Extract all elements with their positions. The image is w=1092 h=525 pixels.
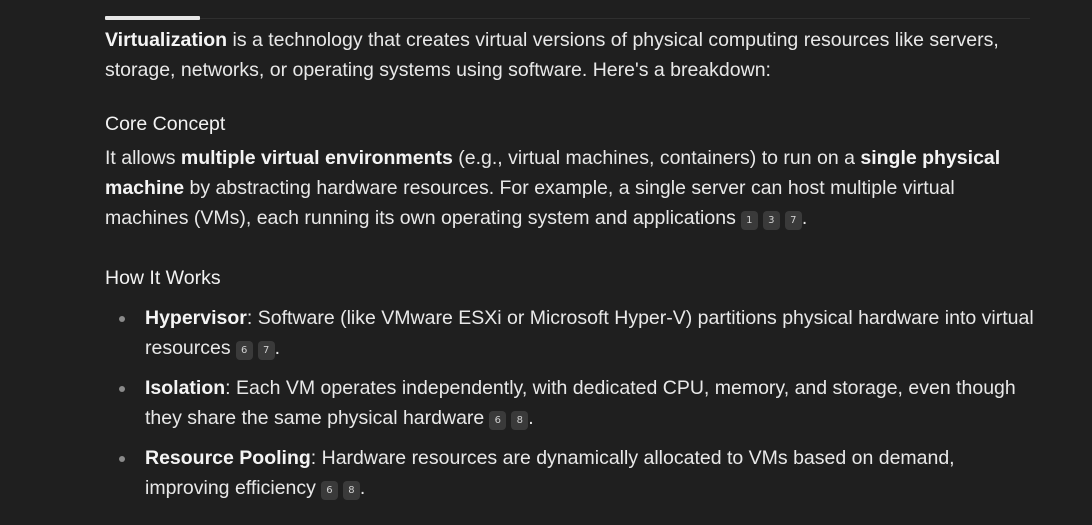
list-item: Hypervisor: Software (like VMware ESXi o… — [119, 303, 1035, 363]
core-bold-1: multiple virtual environments — [180, 147, 453, 169]
citation-badge[interactable]: 7 — [784, 211, 802, 230]
intro-paragraph: Virtualization is a technology that crea… — [105, 25, 1035, 85]
core-text-1: It allows — [105, 147, 181, 169]
list-item-text: : Each VM operates independently, with d… — [145, 377, 1016, 429]
citation-badge[interactable]: 7 — [257, 341, 275, 360]
core-text-3: by abstracting hardware resources. For e… — [105, 177, 955, 229]
citation-badge[interactable]: 6 — [235, 341, 253, 360]
list-item-end: . — [528, 407, 534, 429]
how-list: Hypervisor: Software (like VMware ESXi o… — [105, 303, 1035, 503]
citation-badge[interactable]: 6 — [489, 411, 507, 430]
active-tab-indicator — [105, 16, 200, 20]
intro-text: is a technology that creates virtual ver… — [105, 29, 999, 81]
section-heading-core: Core Concept — [105, 113, 226, 135]
core-end: . — [801, 207, 808, 229]
list-item-end: . — [274, 337, 281, 359]
citation-badge[interactable]: 8 — [342, 481, 360, 500]
list-item-term: Resource Pooling — [145, 447, 311, 469]
section-heading-how: How It Works — [105, 267, 221, 289]
answer-content: Virtualization is a technology that crea… — [105, 25, 1035, 513]
list-item: Isolation: Each VM operates independentl… — [119, 373, 1035, 433]
core-text-2: (e.g., virtual machines, containers) to … — [452, 147, 861, 169]
citation-badge[interactable]: 3 — [762, 211, 780, 230]
list-item-end: . — [359, 477, 366, 499]
tab-underline — [105, 18, 1030, 19]
citation-badge[interactable]: 6 — [320, 481, 338, 500]
list-item: Resource Pooling: Hardware resources are… — [119, 443, 1035, 503]
intro-term: Virtualization — [105, 29, 228, 51]
citation-badge[interactable]: 1 — [740, 211, 758, 230]
citation-badge[interactable]: 8 — [511, 411, 529, 430]
core-paragraph: It allows multiple virtual environments … — [105, 143, 1035, 233]
list-item-term: Isolation — [145, 377, 226, 399]
list-item-term: Hypervisor — [145, 307, 247, 329]
